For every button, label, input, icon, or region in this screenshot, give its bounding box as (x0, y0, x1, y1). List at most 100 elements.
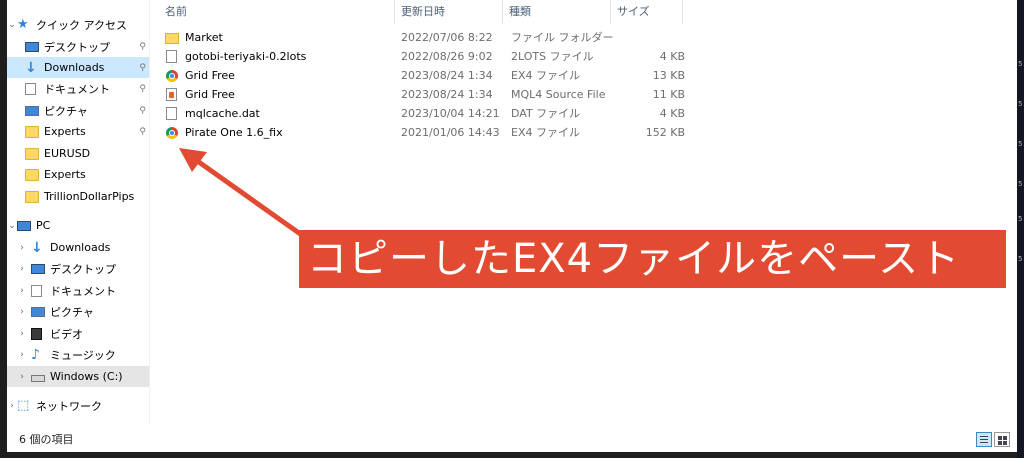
nav-label: デスクトップ (50, 262, 116, 276)
nav-label: EURUSD (44, 147, 91, 160)
nav-label: デスクトップ (44, 40, 110, 54)
chrome-icon (166, 126, 178, 139)
chevron-right-icon[interactable]: › (17, 350, 27, 360)
nav-pc-windows-c[interactable]: › Windows (C:) (7, 366, 149, 387)
pin-icon: ⚲ (139, 62, 146, 73)
nav-label: ピクチャ (50, 305, 94, 319)
file-name: Grid Free (185, 88, 235, 101)
chevron-right-icon[interactable]: › (17, 243, 27, 253)
nav-pc-music[interactable]: › ♪ ミュージック (7, 344, 149, 365)
file-name: gotobi-teriyaki-0.2lots (185, 50, 307, 63)
nav-item-downloads[interactable]: ↓ Downloads ⚲ (7, 57, 149, 78)
nav-pc-documents[interactable]: › ドキュメント (7, 280, 149, 301)
folder-icon (25, 147, 39, 160)
nav-item-experts-2[interactable]: Experts (7, 164, 149, 185)
nav-item-trilliondollarpips[interactable]: TrillionDollarPips (7, 186, 149, 207)
file-type: DAT ファイル (511, 107, 581, 120)
file-date: 2022/07/06 8:22 (401, 31, 493, 44)
chevron-right-icon[interactable]: › (17, 264, 27, 274)
nav-label: PC (36, 219, 51, 232)
file-date: 2023/08/24 1:34 (401, 88, 493, 101)
nav-item-documents[interactable]: ドキュメント ⚲ (7, 78, 149, 99)
nav-pc-videos[interactable]: › ビデオ (7, 323, 149, 344)
pc-icon (17, 220, 31, 231)
document-icon (31, 284, 42, 297)
column-header-date[interactable]: 更新日時 (395, 0, 503, 24)
nav-label: Experts (44, 168, 86, 181)
details-view-button[interactable] (976, 432, 992, 447)
nav-pc[interactable]: ⌄ PC (7, 215, 149, 236)
nav-label: ピクチャ (44, 104, 88, 118)
file-size: 4 KB (659, 50, 685, 63)
nav-label: Downloads (50, 241, 111, 254)
item-count: 6 個の項目 (19, 433, 74, 446)
nav-pc-desktop[interactable]: › デスクトップ (7, 258, 149, 279)
nav-item-eurusd[interactable]: EURUSD (7, 143, 149, 164)
column-label: 種類 (509, 5, 531, 18)
column-label: 更新日時 (401, 5, 445, 18)
nav-quick-access[interactable]: ⌄ ★ クイック アクセス (7, 14, 149, 35)
nav-item-desktop[interactable]: デスクトップ ⚲ (7, 36, 149, 57)
drive-icon (31, 374, 45, 382)
file-size: 152 KB (645, 126, 685, 139)
navigation-pane: ⌄ ★ クイック アクセス デスクトップ ⚲ ↓ Downloads ⚲ ドキュ… (7, 0, 150, 425)
file-size: 13 KB (652, 69, 685, 82)
file-name: mqlcache.dat (185, 107, 260, 120)
chrome-icon (166, 69, 178, 82)
file-type: EX4 ファイル (511, 126, 580, 139)
nav-item-pictures[interactable]: ピクチャ ⚲ (7, 100, 149, 121)
network-icon: ⬚ (17, 397, 30, 413)
desktop-icon (25, 41, 39, 52)
column-header-size[interactable]: サイズ (611, 0, 683, 24)
annotation-banner: コピーしたEX4ファイルをペースト (299, 230, 1006, 288)
file-name: Market (185, 31, 223, 44)
video-icon (31, 327, 42, 340)
nav-label: クイック アクセス (36, 18, 127, 32)
chevron-right-icon[interactable]: › (17, 286, 27, 296)
download-icon: ↓ (31, 239, 43, 256)
file-icon (166, 50, 177, 63)
chevron-right-icon[interactable]: › (17, 329, 27, 339)
music-icon: ♪ (31, 346, 40, 363)
desktop-icon (31, 263, 45, 274)
nav-label: Downloads (44, 61, 105, 74)
nav-pc-pictures[interactable]: › ピクチャ (7, 301, 149, 322)
large-icons-view-button[interactable] (994, 432, 1010, 447)
nav-label: Experts (44, 125, 86, 138)
column-header-name[interactable]: 名前 (159, 0, 395, 24)
file-date: 2021/01/06 14:43 (401, 126, 500, 139)
file-icon (166, 107, 177, 120)
chevron-down-icon[interactable]: ⌄ (7, 221, 17, 231)
pictures-icon (31, 306, 45, 317)
column-label: サイズ (617, 5, 650, 18)
chevron-right-icon[interactable]: › (17, 372, 27, 382)
nav-network[interactable]: › ⬚ ネットワーク (7, 395, 149, 416)
nav-pc-downloads[interactable]: › ↓ Downloads (7, 237, 149, 258)
nav-label: ネットワーク (36, 399, 102, 413)
file-date: 2023/08/24 1:34 (401, 69, 493, 82)
folder-icon (25, 168, 39, 181)
nav-label: Windows (C:) (50, 370, 123, 383)
nav-label: TrillionDollarPips (44, 190, 135, 203)
file-name: Grid Free (185, 69, 235, 82)
pictures-icon (25, 105, 39, 116)
column-header-type[interactable]: 種類 (503, 0, 611, 24)
nav-item-experts[interactable]: Experts ⚲ (7, 121, 149, 142)
file-type: MQL4 Source File (511, 88, 606, 101)
file-name: Pirate One 1.6_fix (185, 126, 283, 139)
annotation-text: コピーしたEX4ファイルをペースト (307, 236, 961, 282)
file-date: 2022/08/26 9:02 (401, 50, 493, 63)
pin-icon: ⚲ (139, 126, 146, 137)
nav-label: ビデオ (50, 327, 83, 341)
file-type: ファイル フォルダー (511, 31, 614, 44)
download-icon: ↓ (25, 59, 37, 76)
status-bar: 6 個の項目 (7, 428, 1017, 452)
folder-icon (25, 190, 39, 203)
star-icon: ★ (17, 16, 29, 32)
background-window-edge: 5 5 5 5 5 5 (1017, 0, 1024, 458)
chevron-right-icon[interactable]: › (17, 307, 27, 317)
folder-icon (165, 32, 179, 44)
chevron-right-icon[interactable]: › (7, 401, 17, 411)
chevron-down-icon[interactable]: ⌄ (7, 20, 17, 30)
file-date: 2023/10/04 14:21 (401, 107, 500, 120)
